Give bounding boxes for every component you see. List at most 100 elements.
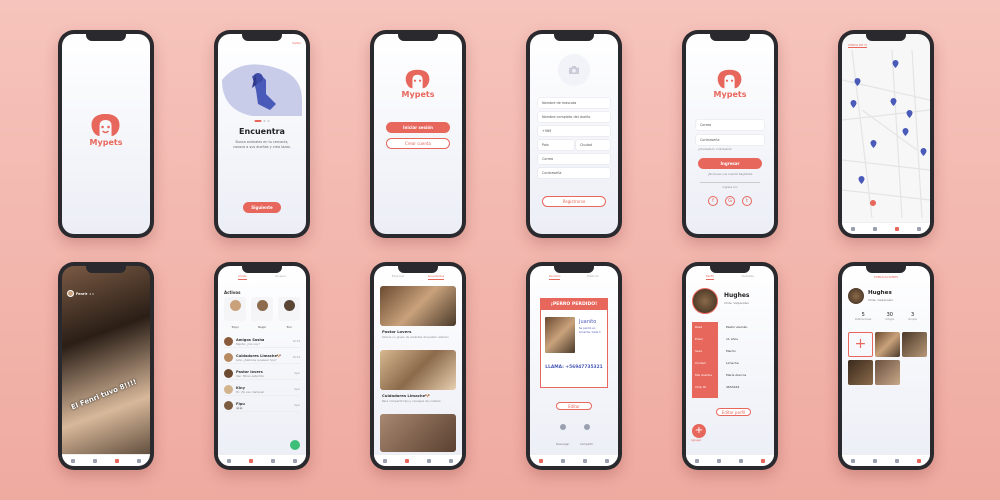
home-tab-icon[interactable] [851,226,855,231]
active-friend-card[interactable]: Toppi [224,297,246,329]
lost-pet-photo [545,317,575,353]
post-thumbnail[interactable] [902,332,927,357]
map-tab-icon[interactable] [895,458,899,463]
chat-tab-icon[interactable] [873,226,877,231]
chat-tab-icon[interactable] [405,458,409,463]
login-button[interactable]: Iniciar sesión [386,122,450,133]
pet-pin-icon[interactable] [906,110,913,118]
profile-tab-icon[interactable] [137,458,141,463]
tab-details[interactable]: Detalles [742,274,754,280]
new-chat-button[interactable] [290,440,300,450]
register-button[interactable]: Registrarse [542,196,606,207]
tab-profile[interactable]: Perfil [706,274,714,280]
country-field[interactable]: País [538,140,574,150]
pet-photo-picker[interactable] [558,54,590,86]
pet-pin-icon[interactable] [902,128,909,136]
pet-pin-icon[interactable] [854,78,861,86]
chat-row[interactable]: Kiny Tú: ¡Te veo mañana! Ayer [224,384,300,396]
signin-button[interactable]: Ingresar [698,158,762,169]
tab-groups[interactable]: Grupos [275,274,286,280]
chat-tab-icon[interactable] [561,458,565,463]
download-action[interactable]: Descargar [556,424,569,449]
pet-pin-icon[interactable] [850,100,857,108]
chat-row[interactable]: Fipu 😂😂 Ayer [224,400,300,412]
no-account-link[interactable]: ¿No tienes una cuenta? Regístrate [686,173,774,176]
forgot-password-link[interactable]: ¿Olvidaste tu contraseña? [698,148,732,151]
chat-tab-icon[interactable] [93,458,97,463]
page-indicator [254,120,270,122]
avatar [224,337,233,346]
chat-name: Cuidadores Limache🐶 [236,353,282,358]
profile-tab-icon[interactable] [605,458,609,463]
pet-avatar [848,288,864,304]
email-field[interactable]: Correo [538,154,610,164]
profile-tab-icon[interactable] [449,458,453,463]
home-tab-icon[interactable] [383,458,387,463]
email-field[interactable]: Correo [696,120,764,130]
twitter-icon[interactable]: t [742,196,752,206]
phone-field[interactable]: +569 [538,126,610,136]
map-tab-icon[interactable] [115,458,119,463]
active-friend-card[interactable]: Nappi [251,297,273,329]
home-tab-icon[interactable] [851,458,855,463]
next-button[interactable]: Siguiente [242,202,282,213]
tab-lost[interactable]: Perdido [549,274,561,280]
city-field[interactable]: Ciudad [576,140,610,150]
profile-tab-icon[interactable] [917,226,921,231]
chat-row[interactable]: Cuidadores Limache🐶 Lola: ¿Salimos a pase… [224,352,300,364]
tab-bar [686,454,774,466]
create-account-button[interactable]: Crear cuenta [386,138,450,149]
map-tab-icon[interactable] [739,458,743,463]
chat-row[interactable]: Pastor lovers Ven: Miren esta foto Ayer [224,368,300,380]
map-tab-icon[interactable] [271,458,275,463]
pet-pin-icon[interactable] [870,140,877,148]
home-tab-icon[interactable] [695,458,699,463]
password-field[interactable]: Contraseña [538,168,610,178]
facebook-icon[interactable]: f [708,196,718,206]
post-thumbnail[interactable] [875,360,900,385]
tab-saved[interactable]: Guardados [427,274,445,280]
owner-name-field[interactable]: Nombre completo del dueño [538,112,610,122]
group-cover-image[interactable] [380,286,456,326]
tab-chats[interactable]: Chats [238,274,247,280]
share-action[interactable]: Compartir [580,424,593,449]
group-cover-image[interactable] [380,414,456,452]
pet-pin-icon[interactable] [920,148,927,156]
pet-pin-icon[interactable] [858,176,865,184]
chats-screen: Chats Grupos Activos Toppi Nappi Toxi Am… [218,266,306,466]
avatar [224,369,233,378]
map-tab-icon[interactable] [895,226,899,231]
post-thumbnail[interactable] [848,360,873,385]
profile-tab-icon[interactable] [917,458,921,463]
add-post-button[interactable]: + [848,332,873,357]
home-tab-icon[interactable] [227,458,231,463]
home-tab-icon[interactable] [71,458,75,463]
profile-tab-icon[interactable] [293,458,297,463]
chat-tab-icon[interactable] [873,458,877,463]
password-field[interactable]: Contraseña [696,135,764,145]
map-tab-icon[interactable] [427,458,431,463]
pet-name-field[interactable]: Nombre de mascota [538,98,610,108]
edit-profile-button[interactable]: Editar perfil [715,408,752,416]
post-thumbnail[interactable] [875,332,900,357]
group-cover-image[interactable] [380,350,456,390]
active-friend-card[interactable]: Toxi [278,297,300,329]
chat-tab-icon[interactable] [249,458,253,463]
chat-row[interactable]: Amigos Sasha Pepita: ¿me voy? 10:33 [224,336,300,348]
tab-nearby[interactable]: CERCA DE TI [848,43,867,48]
edit-button[interactable]: Editar [556,402,592,410]
pet-pin-icon[interactable] [890,98,897,106]
map-view[interactable] [842,50,930,218]
home-tab-icon[interactable] [539,458,543,463]
profile-tab-icon[interactable] [761,458,765,463]
map-tab-icon[interactable] [583,458,587,463]
profile-screen: Perfil Detalles Hughes Chile, Valparaíso… [686,266,774,466]
add-button[interactable]: + [692,424,706,438]
tab-publish[interactable]: Publicar [587,274,599,280]
skip-link[interactable]: Saltar [292,41,301,45]
tab-posts[interactable]: PUBLICACIONES [842,275,930,279]
chat-tab-icon[interactable] [717,458,721,463]
pet-pin-icon[interactable] [892,60,899,68]
tab-explore[interactable]: Explorar [392,274,405,280]
google-icon[interactable]: G [725,196,735,206]
